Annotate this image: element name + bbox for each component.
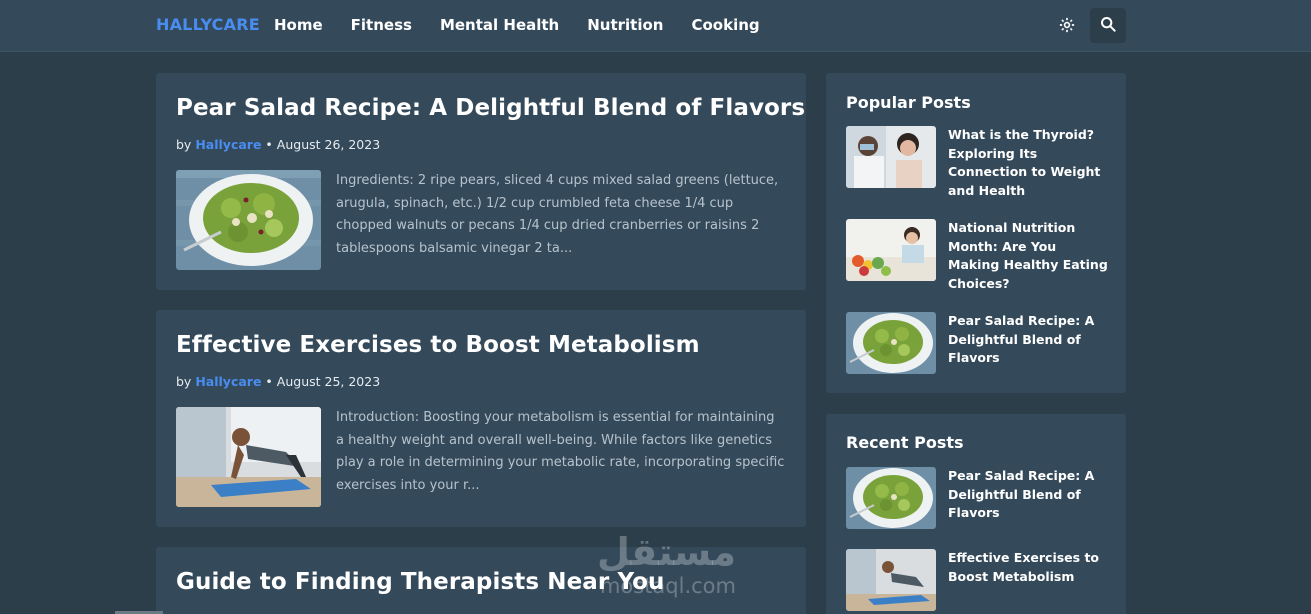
post-thumbnail[interactable]	[176, 170, 321, 270]
recent-posts-widget: Recent Posts Pear Salad Recipe: A Deligh…	[826, 414, 1126, 614]
nav-link-cooking[interactable]: Cooking	[691, 16, 759, 34]
post-date: August 26, 2023	[276, 137, 381, 152]
post-date: August 25, 2023	[276, 374, 381, 389]
meta-separator: •	[265, 137, 273, 152]
recent-post-item[interactable]: Pear Salad Recipe: A Delightful Blend of…	[846, 467, 1116, 547]
search-button[interactable]	[1090, 8, 1126, 43]
search-icon	[1100, 16, 1116, 36]
popular-post-item[interactable]: National Nutrition Month: Are You Making…	[846, 219, 1116, 299]
post-excerpt: Ingredients: 2 ripe pears, sliced 4 cups…	[336, 173, 779, 256]
widget-title: Recent Posts	[846, 433, 964, 452]
nav-link-mental-health[interactable]: Mental Health	[440, 16, 559, 34]
popular-post-thumbnail[interactable]	[846, 126, 936, 188]
post-card: Pear Salad Recipe: A Delightful Blend of…	[156, 73, 806, 290]
popular-post-title[interactable]: Pear Salad Recipe: A Delightful Blend of…	[948, 312, 1110, 368]
popular-post-item[interactable]: What is the Thyroid? Exploring Its Conne…	[846, 126, 1116, 206]
post-card: Effective Exercises to Boost Metabolism …	[156, 310, 806, 527]
recent-post-title[interactable]: Effective Exercises to Boost Metabolism	[948, 549, 1110, 586]
popular-post-title[interactable]: National Nutrition Month: Are You Making…	[948, 219, 1110, 293]
popular-post-title[interactable]: What is the Thyroid? Exploring Its Conne…	[948, 126, 1110, 200]
post-meta: by Hallycare • August 25, 2023	[176, 374, 380, 389]
post-card: Guide to Finding Therapists Near You	[156, 547, 806, 614]
recent-post-item[interactable]: Effective Exercises to Boost Metabolism	[846, 549, 1116, 614]
post-title[interactable]: Pear Salad Recipe: A Delightful Blend of…	[176, 95, 805, 121]
post-author-link[interactable]: Hallycare	[195, 374, 261, 389]
nav-link-fitness[interactable]: Fitness	[351, 16, 412, 34]
recent-post-thumbnail[interactable]	[846, 467, 936, 529]
post-excerpt: Introduction: Boosting your metabolism i…	[336, 410, 785, 493]
meta-by: by	[176, 374, 192, 389]
popular-post-thumbnail[interactable]	[846, 312, 936, 374]
popular-post-item[interactable]: Pear Salad Recipe: A Delightful Blend of…	[846, 312, 1116, 392]
popular-post-thumbnail[interactable]	[846, 219, 936, 281]
post-title[interactable]: Guide to Finding Therapists Near You	[176, 569, 664, 595]
meta-separator: •	[265, 374, 273, 389]
brand-logo[interactable]: HALLYCARE	[156, 15, 260, 34]
post-thumbnail[interactable]	[176, 407, 321, 507]
main-nav: Home Fitness Mental Health Nutrition Coo…	[274, 16, 760, 34]
top-navbar: HALLYCARE Home Fitness Mental Health Nut…	[0, 0, 1311, 52]
nav-link-home[interactable]: Home	[274, 16, 323, 34]
recent-post-thumbnail[interactable]	[846, 549, 936, 611]
meta-by: by	[176, 137, 192, 152]
post-meta: by Hallycare • August 26, 2023	[176, 137, 380, 152]
popular-posts-widget: Popular Posts What is the Thyroid? Explo…	[826, 73, 1126, 393]
nav-link-nutrition[interactable]: Nutrition	[587, 16, 663, 34]
widget-title: Popular Posts	[846, 93, 971, 112]
gear-icon[interactable]	[1058, 16, 1076, 34]
post-author-link[interactable]: Hallycare	[195, 137, 261, 152]
post-title[interactable]: Effective Exercises to Boost Metabolism	[176, 332, 700, 358]
recent-post-title[interactable]: Pear Salad Recipe: A Delightful Blend of…	[948, 467, 1110, 523]
